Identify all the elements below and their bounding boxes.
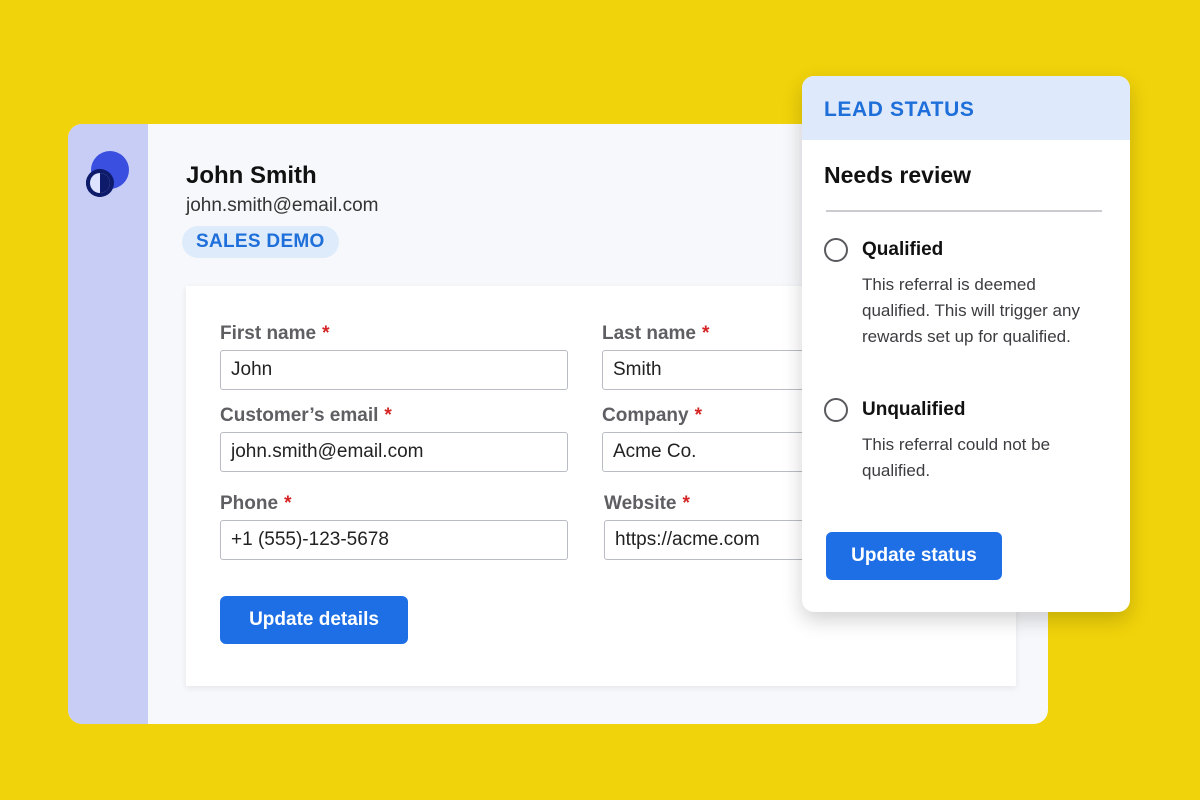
contact-name: John Smith xyxy=(186,162,317,189)
tag-badge: SALES DEMO xyxy=(182,226,339,258)
radio-unqualified[interactable] xyxy=(824,398,848,422)
required-marker: * xyxy=(694,405,702,426)
app-logo-icon xyxy=(86,151,129,197)
phone-field: Phone * +1 (555)-123-5678 xyxy=(220,492,568,560)
customer-email-label: Customer’s email xyxy=(220,405,379,426)
first-name-label: First name xyxy=(220,323,317,344)
update-status-button[interactable]: Update status xyxy=(826,532,1002,580)
customer-email-field: Customer’s email * john.smith@email.com xyxy=(220,404,568,472)
sidebar-rail xyxy=(68,124,148,724)
current-status: Needs review xyxy=(824,162,972,188)
radio-qualified[interactable] xyxy=(824,238,848,262)
required-marker: * xyxy=(284,493,292,514)
lead-status-panel: LEAD STATUS Needs review Qualified This … xyxy=(802,76,1130,612)
company-label: Company xyxy=(602,405,689,426)
last-name-label: Last name xyxy=(602,323,696,344)
option-qualified-label: Qualified xyxy=(862,239,944,260)
phone-label: Phone xyxy=(220,493,279,514)
required-marker: * xyxy=(682,493,690,514)
first-name-field: First name * John xyxy=(220,322,568,390)
customer-email-input[interactable]: john.smith@email.com xyxy=(220,432,568,472)
contact-email: john.smith@email.com xyxy=(186,195,379,216)
phone-input[interactable]: +1 (555)-123-5678 xyxy=(220,520,568,560)
option-qualified-description: This referral is deemed qualified. This … xyxy=(862,275,1080,346)
required-marker: * xyxy=(322,323,330,344)
required-marker: * xyxy=(384,405,392,426)
website-label: Website xyxy=(604,493,677,514)
first-name-input[interactable]: John xyxy=(220,350,568,390)
update-details-button[interactable]: Update details xyxy=(220,596,408,644)
option-unqualified-label: Unqualified xyxy=(862,399,966,420)
contact-header: John Smith john.smith@email.com xyxy=(186,162,378,218)
lead-status-header: LEAD STATUS xyxy=(802,76,1130,140)
divider xyxy=(826,210,1102,212)
required-marker: * xyxy=(701,323,710,344)
option-unqualified-description: This referral could not be qualified. xyxy=(862,435,1051,480)
